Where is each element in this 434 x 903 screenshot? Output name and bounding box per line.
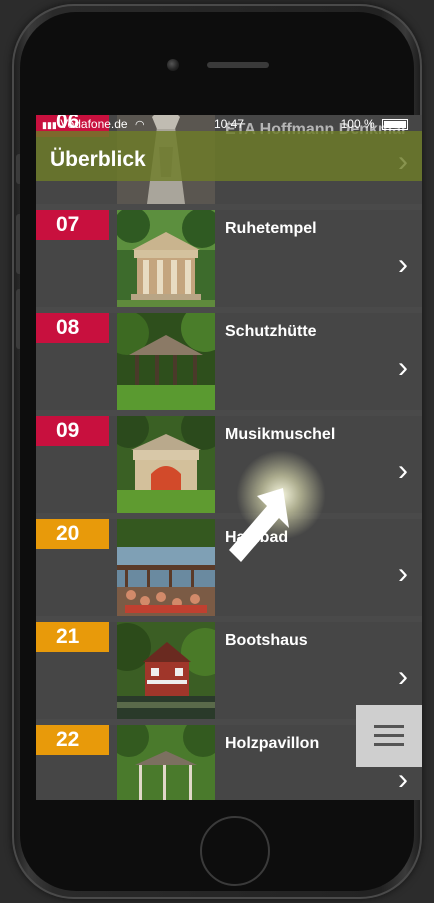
item-number: 07 (36, 210, 109, 240)
item-thumbnail (117, 519, 215, 616)
item-thumbnail (117, 622, 215, 719)
navigation-bar: Überblick (36, 131, 422, 181)
arrow-pointer-icon (229, 488, 289, 562)
earpiece-speaker (207, 62, 269, 68)
battery-percent: 100 % (340, 117, 375, 131)
item-label: Musikmuschel (225, 426, 336, 443)
list-item[interactable]: 08 Schutzhütte › (36, 313, 422, 410)
item-thumbnail (117, 416, 215, 513)
item-number: 08 (36, 313, 109, 343)
clock: 10:47 (214, 117, 245, 131)
chevron-right-icon: › (398, 763, 408, 796)
hamburger-line (374, 743, 404, 746)
battery-icon (382, 119, 408, 131)
chevron-right-icon: › (398, 351, 408, 384)
item-number: 20 (36, 519, 109, 549)
item-thumbnail (117, 313, 215, 410)
chevron-right-icon: › (398, 660, 408, 693)
hamburger-menu-button[interactable] (356, 705, 422, 767)
status-bar: ▮▮▮ Vodafone.de ◠ 10:47 100 % (36, 115, 422, 131)
carrier-name: Vodafone.de (60, 117, 128, 131)
hamburger-menu-icon (374, 725, 404, 728)
front-camera (167, 59, 179, 71)
hamburger-line (374, 734, 404, 737)
item-number: 09 (36, 416, 109, 446)
chevron-right-icon: › (398, 557, 408, 590)
item-number: 22 (36, 725, 109, 755)
item-number: 21 (36, 622, 109, 652)
item-thumbnail (117, 725, 215, 800)
carrier-info: ▮▮▮ Vodafone.de ◠ (42, 117, 145, 131)
chevron-right-icon: › (398, 248, 408, 281)
signal-icon: ▮▮▮ (42, 120, 57, 130)
poi-list: 06 ETA Hoffmann Denkmal › 07 (36, 115, 422, 800)
list-item[interactable]: 07 Ruhetempel › (36, 210, 422, 307)
page-title: Überblick (50, 148, 146, 171)
chevron-right-icon: › (398, 454, 408, 487)
wifi-icon: ◠ (134, 119, 145, 131)
item-label: Schutzhütte (225, 323, 317, 340)
item-label: Holzpavillon (225, 735, 320, 752)
item-label: Ruhetempel (225, 220, 317, 237)
item-thumbnail (117, 210, 215, 307)
item-label: Bootshaus (225, 632, 308, 649)
home-button[interactable] (200, 816, 270, 886)
battery-status: 100 % (341, 117, 408, 131)
app-screen: 06 ETA Hoffmann Denkmal › 07 (36, 115, 422, 800)
